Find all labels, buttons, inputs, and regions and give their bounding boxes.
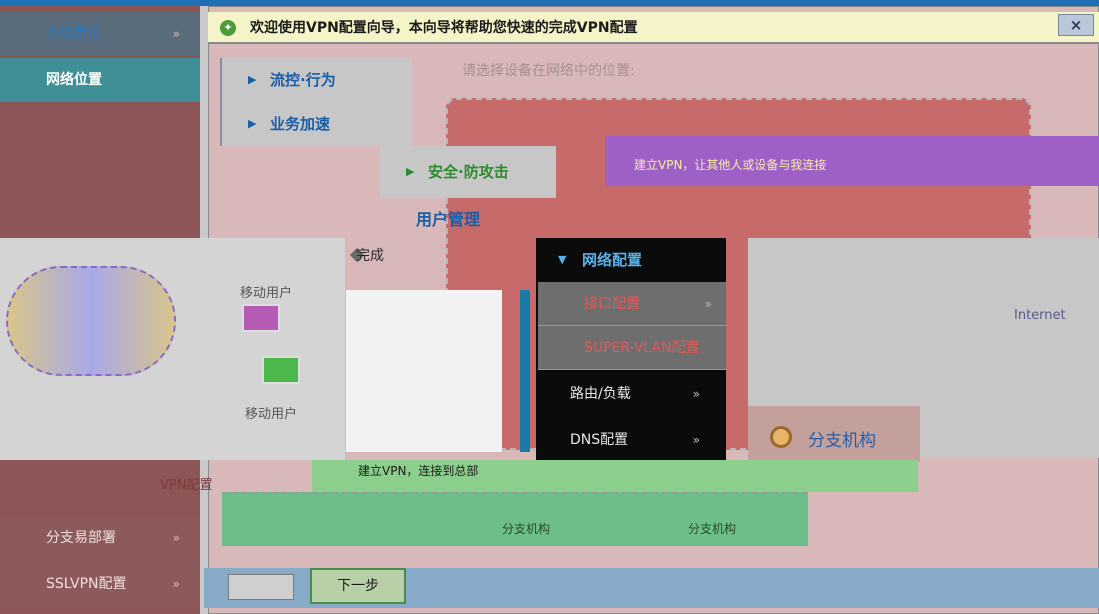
chevron-right-icon: » [692, 433, 700, 447]
finish-label: 完成 [356, 248, 384, 264]
triangle-right-icon: ▶ [406, 165, 415, 178]
option-vpn-to-hq-label: 建立VPN，连接到总部 [358, 464, 479, 478]
menu-item-label: 接口配置 [584, 296, 640, 312]
sidebar-item-label: 网络位置 [46, 72, 102, 88]
internet-label: Internet [1014, 308, 1066, 323]
triangle-right-icon: ▶ [248, 73, 257, 86]
next-button[interactable]: 下一步 [310, 568, 406, 604]
menu-item-route-load[interactable]: 路由/负载 » [536, 372, 726, 416]
sidebar-item-branch-deploy[interactable]: 分支易部署 » [0, 516, 200, 560]
previous-button[interactable] [228, 574, 294, 600]
menu-item-user-mgmt[interactable]: 用户管理 [416, 206, 480, 230]
branch-label: 分支机构 [688, 522, 737, 536]
sidebar-item-home[interactable]: 系统首页 » [0, 12, 200, 56]
menu-group-2: ▶ 安全·防攻击 [380, 146, 556, 198]
branch-label: 分支机构 [502, 522, 551, 536]
vpn-branches-diagram [222, 492, 808, 546]
laptop-icon [242, 304, 280, 332]
menu-item-network-config[interactable]: ▼ 网络配置 [536, 238, 726, 282]
close-button[interactable]: × [1058, 14, 1094, 36]
sidebar-item-network-position[interactable]: 网络位置 [0, 58, 200, 102]
menu-item-label: 业务加速 [270, 115, 331, 133]
chevron-right-icon: » [172, 27, 180, 41]
mobile-user-label: 移动用户 [245, 407, 298, 422]
radio-icon[interactable] [770, 426, 792, 448]
sidebar-item-vpn-config[interactable]: VPN配置 [160, 474, 212, 493]
laptop-icon [262, 356, 300, 384]
sidebar-item-label: 系统首页 [46, 26, 102, 42]
menu-item-interface-config[interactable]: 接口配置 » [538, 282, 726, 326]
menu-item-label: DNS配置 [570, 432, 629, 448]
network-config-menu: ▼ 网络配置 接口配置 » SUPER-VLAN配置 路由/负载 » DNS配置… [536, 238, 726, 462]
menu-item-dns-config[interactable]: DNS配置 » [536, 418, 726, 462]
triangle-right-icon: ▶ [248, 117, 257, 130]
option-build-vpn-label: 建立VPN，让其他人或设备与我连接 [634, 158, 827, 172]
menu-group-1: ▶ 流控·行为 ▶ 业务加速 [220, 58, 412, 146]
menu-item-label: 安全·防攻击 [428, 163, 509, 181]
menu-item-label: 流控·行为 [270, 71, 336, 89]
wizard-hint: 请选择设备在网络中的位置: [462, 63, 635, 79]
menu-item-label: SUPER-VLAN配置 [584, 340, 700, 356]
menu-item-super-vlan[interactable]: SUPER-VLAN配置 [538, 326, 726, 370]
menu-item-flow-control[interactable]: ▶ 流控·行为 [222, 58, 414, 102]
info-icon: ✦ [220, 20, 236, 36]
menu-item-business-accel[interactable]: ▶ 业务加速 [222, 102, 414, 146]
sidebar-item-label: SSLVPN配置 [46, 576, 127, 592]
chevron-right-icon: » [692, 387, 700, 401]
chevron-right-icon: » [704, 297, 712, 311]
sidebar-item-label: 分支易部署 [46, 530, 116, 546]
wizard-title: 欢迎使用VPN配置向导，本向导将帮助您快速的完成VPN配置 [208, 12, 1099, 44]
menu-item-security[interactable]: ▶ 安全·防攻击 [380, 146, 556, 198]
chevron-right-icon: » [172, 531, 180, 545]
menu-item-label: 路由/负载 [570, 386, 631, 402]
menu-item-label: 网络配置 [582, 251, 643, 269]
panel-blank [346, 290, 502, 452]
triangle-down-icon: ▼ [558, 253, 567, 266]
mobile-user-label: 移动用户 [240, 286, 293, 301]
chevron-right-icon: » [172, 577, 180, 591]
divider [520, 290, 530, 452]
cloud-icon [6, 266, 176, 376]
sidebar-item-sslvpn-config[interactable]: SSLVPN配置 » [0, 562, 200, 606]
option-branch-label: 分支机构 [808, 431, 876, 451]
